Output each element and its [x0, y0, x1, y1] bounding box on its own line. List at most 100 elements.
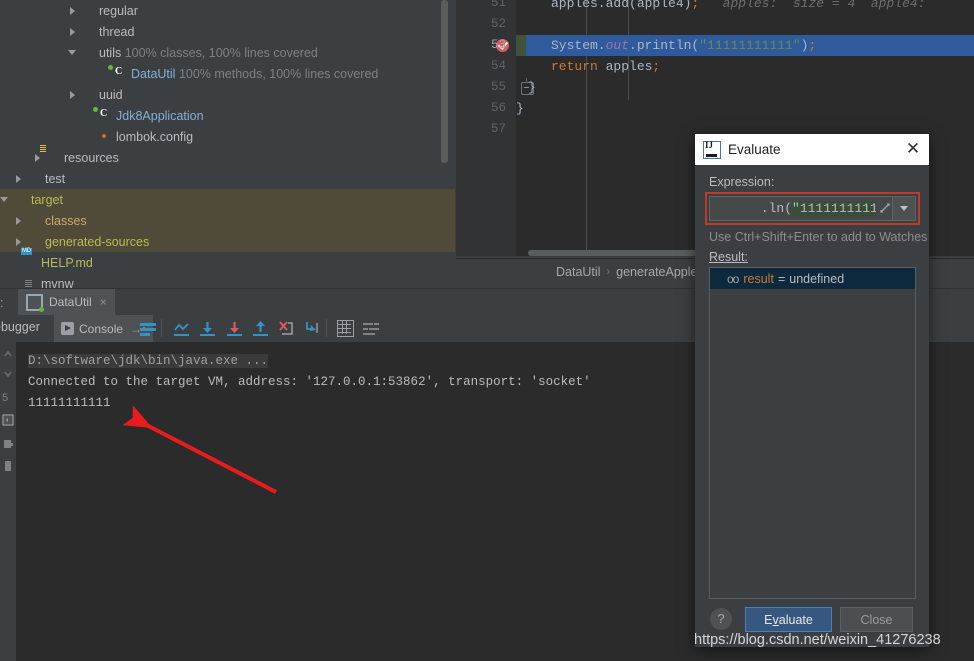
expand-arrow-icon[interactable]	[68, 6, 77, 15]
breadcrumb-item-class[interactable]: DataUtil	[556, 265, 600, 279]
expand-arrow-icon[interactable]	[68, 48, 77, 57]
step-down-icon[interactable]	[199, 320, 216, 337]
console-view-icon[interactable]	[2, 414, 14, 426]
expand-arrow-icon[interactable]	[85, 132, 94, 141]
frame-index-label: 5	[2, 392, 9, 404]
expand-arrow-icon[interactable]	[0, 195, 9, 204]
close-icon[interactable]: ✕	[904, 140, 922, 158]
console-run-icon	[61, 322, 74, 335]
code-line: apples.add(apple4); apples: size = 4 app…	[551, 0, 926, 11]
console-line: Connected to the target VM, address: '12…	[28, 375, 591, 389]
expand-arrow-icon[interactable]	[10, 279, 19, 288]
project-panel-scrollbar[interactable]	[441, 0, 448, 163]
console-line: 11111111111	[28, 396, 111, 410]
object-value-icon: oo	[727, 271, 739, 286]
tree-item-label: regular	[99, 3, 138, 18]
watermark-url: https://blog.csdn.net/weixin_41276238	[694, 632, 941, 648]
variables-icon[interactable]	[2, 438, 14, 450]
expand-arrow-icon[interactable]	[68, 90, 77, 99]
tree-item-thread[interactable]: thread	[0, 21, 455, 42]
toolbar-separator	[326, 319, 327, 337]
drop-frame-icon[interactable]	[304, 320, 321, 337]
tree-item-label: Jdk8Application	[116, 108, 204, 123]
tree-item-uuid[interactable]: uuid	[0, 84, 455, 105]
editor-horizontal-scrollbar[interactable]	[528, 250, 713, 256]
debugger-side-toolbar[interactable]: 5	[0, 342, 16, 661]
step-down-red-icon[interactable]	[226, 320, 243, 337]
class-file-icon	[26, 293, 44, 312]
markdown-file-icon	[22, 255, 37, 270]
expand-arrow-icon[interactable]	[14, 174, 23, 183]
tree-item-mvnw[interactable]: mvnw	[0, 273, 455, 289]
line-number: 51	[490, 0, 506, 10]
expand-arrow-icon[interactable]	[85, 111, 94, 120]
step-up-icon[interactable]	[252, 320, 269, 337]
java-class-icon	[112, 66, 127, 81]
tree-item-target[interactable]: target	[0, 189, 455, 210]
scroll-to-end-icon[interactable]	[173, 320, 190, 337]
tree-item-label: lombok.config	[116, 129, 194, 144]
memory-icon[interactable]	[2, 460, 14, 472]
debugger-tab-label[interactable]: ebugger	[0, 320, 40, 334]
soft-wrap-icon[interactable]	[139, 320, 156, 337]
console-line: D:\software\jdk\bin\java.exe ...	[28, 354, 269, 368]
expand-arrow-icon[interactable]	[68, 27, 77, 36]
orange-folder-icon	[26, 213, 41, 228]
tree-item-label: resources	[64, 150, 119, 165]
project-tree-panel[interactable]: regular thread utils 100% classes, 100% li…	[0, 0, 455, 288]
orange-folder-icon	[12, 192, 27, 207]
toolbar-separator	[161, 319, 162, 337]
package-folder-icon	[80, 3, 95, 18]
orange-folder-icon	[26, 234, 41, 249]
result-panel[interactable]: oo result = undefined	[709, 267, 916, 599]
tab-label: DataUtil	[49, 295, 92, 309]
resume-icon[interactable]	[2, 348, 14, 360]
close-button[interactable]: Close	[840, 607, 913, 632]
watches-hint: Use Ctrl+Shift+Enter to add to Watches	[709, 230, 928, 244]
evaluate-dialog[interactable]: Evaluate ✕ Expression: .ln("11111111111"…	[695, 134, 929, 647]
text-file-icon	[22, 276, 37, 288]
intellij-logo-icon	[703, 140, 721, 159]
tree-item-test[interactable]: test	[0, 168, 455, 189]
tree-item-utils[interactable]: utils 100% classes, 100% lines covered	[0, 42, 455, 63]
tab-bar-left-label: :	[0, 296, 4, 310]
breadcrumb-separator-icon: ›	[606, 265, 611, 278]
help-button[interactable]: ?	[710, 608, 732, 630]
tab-close-icon[interactable]: ×	[100, 295, 107, 309]
console-tab-label: Console	[79, 321, 124, 336]
evaluate-button-label-post: aluate	[778, 612, 813, 627]
collapse-icon[interactable]	[2, 368, 14, 380]
expand-arrow-icon[interactable]	[14, 237, 23, 246]
java-class-icon	[97, 108, 112, 123]
tab-datautil[interactable]: DataUtil ×	[18, 289, 115, 315]
plain-folder-icon	[26, 171, 41, 186]
tree-item-datautil[interactable]: DataUtil 100% methods, 100% lines covere…	[0, 63, 455, 84]
line-number: 53	[490, 38, 506, 52]
tree-item-classes[interactable]: classes	[0, 210, 455, 231]
package-folder-icon	[80, 45, 95, 60]
dialog-title-bar[interactable]: Evaluate ✕	[695, 134, 929, 165]
expand-arrow-icon[interactable]	[100, 69, 109, 78]
tree-item-resources[interactable]: resources	[0, 147, 455, 168]
expand-arrow-icon[interactable]	[10, 258, 19, 267]
tree-item-jdk8application[interactable]: Jdk8Application	[0, 105, 455, 126]
tree-item-label: DataUtil	[131, 66, 176, 81]
result-value: undefined	[789, 271, 845, 286]
tree-item-generated-sources[interactable]: generated-sources	[0, 231, 455, 252]
settings-list-icon[interactable]	[363, 320, 380, 337]
line-number: 52	[490, 17, 506, 31]
tree-item-help-md[interactable]: HELP.md	[0, 252, 455, 273]
line-number: 57	[490, 122, 506, 136]
code-line: }	[528, 80, 536, 95]
tree-item-regular[interactable]: regular	[0, 0, 455, 21]
expand-arrow-icon[interactable]	[33, 153, 42, 162]
table-view-icon[interactable]	[337, 320, 354, 337]
evaluate-button[interactable]: Ev aluate	[745, 607, 832, 632]
breadcrumb-item-method[interactable]: generateApples	[616, 265, 704, 279]
tree-item-lombok-config[interactable]: lombok.config	[0, 126, 455, 147]
result-row[interactable]: oo result = undefined	[710, 268, 915, 289]
code-line: System.out.println("11111111111");	[551, 38, 817, 53]
close-step-icon[interactable]	[278, 320, 295, 337]
expand-arrow-icon[interactable]	[14, 216, 23, 225]
lombok-icon	[97, 129, 112, 144]
